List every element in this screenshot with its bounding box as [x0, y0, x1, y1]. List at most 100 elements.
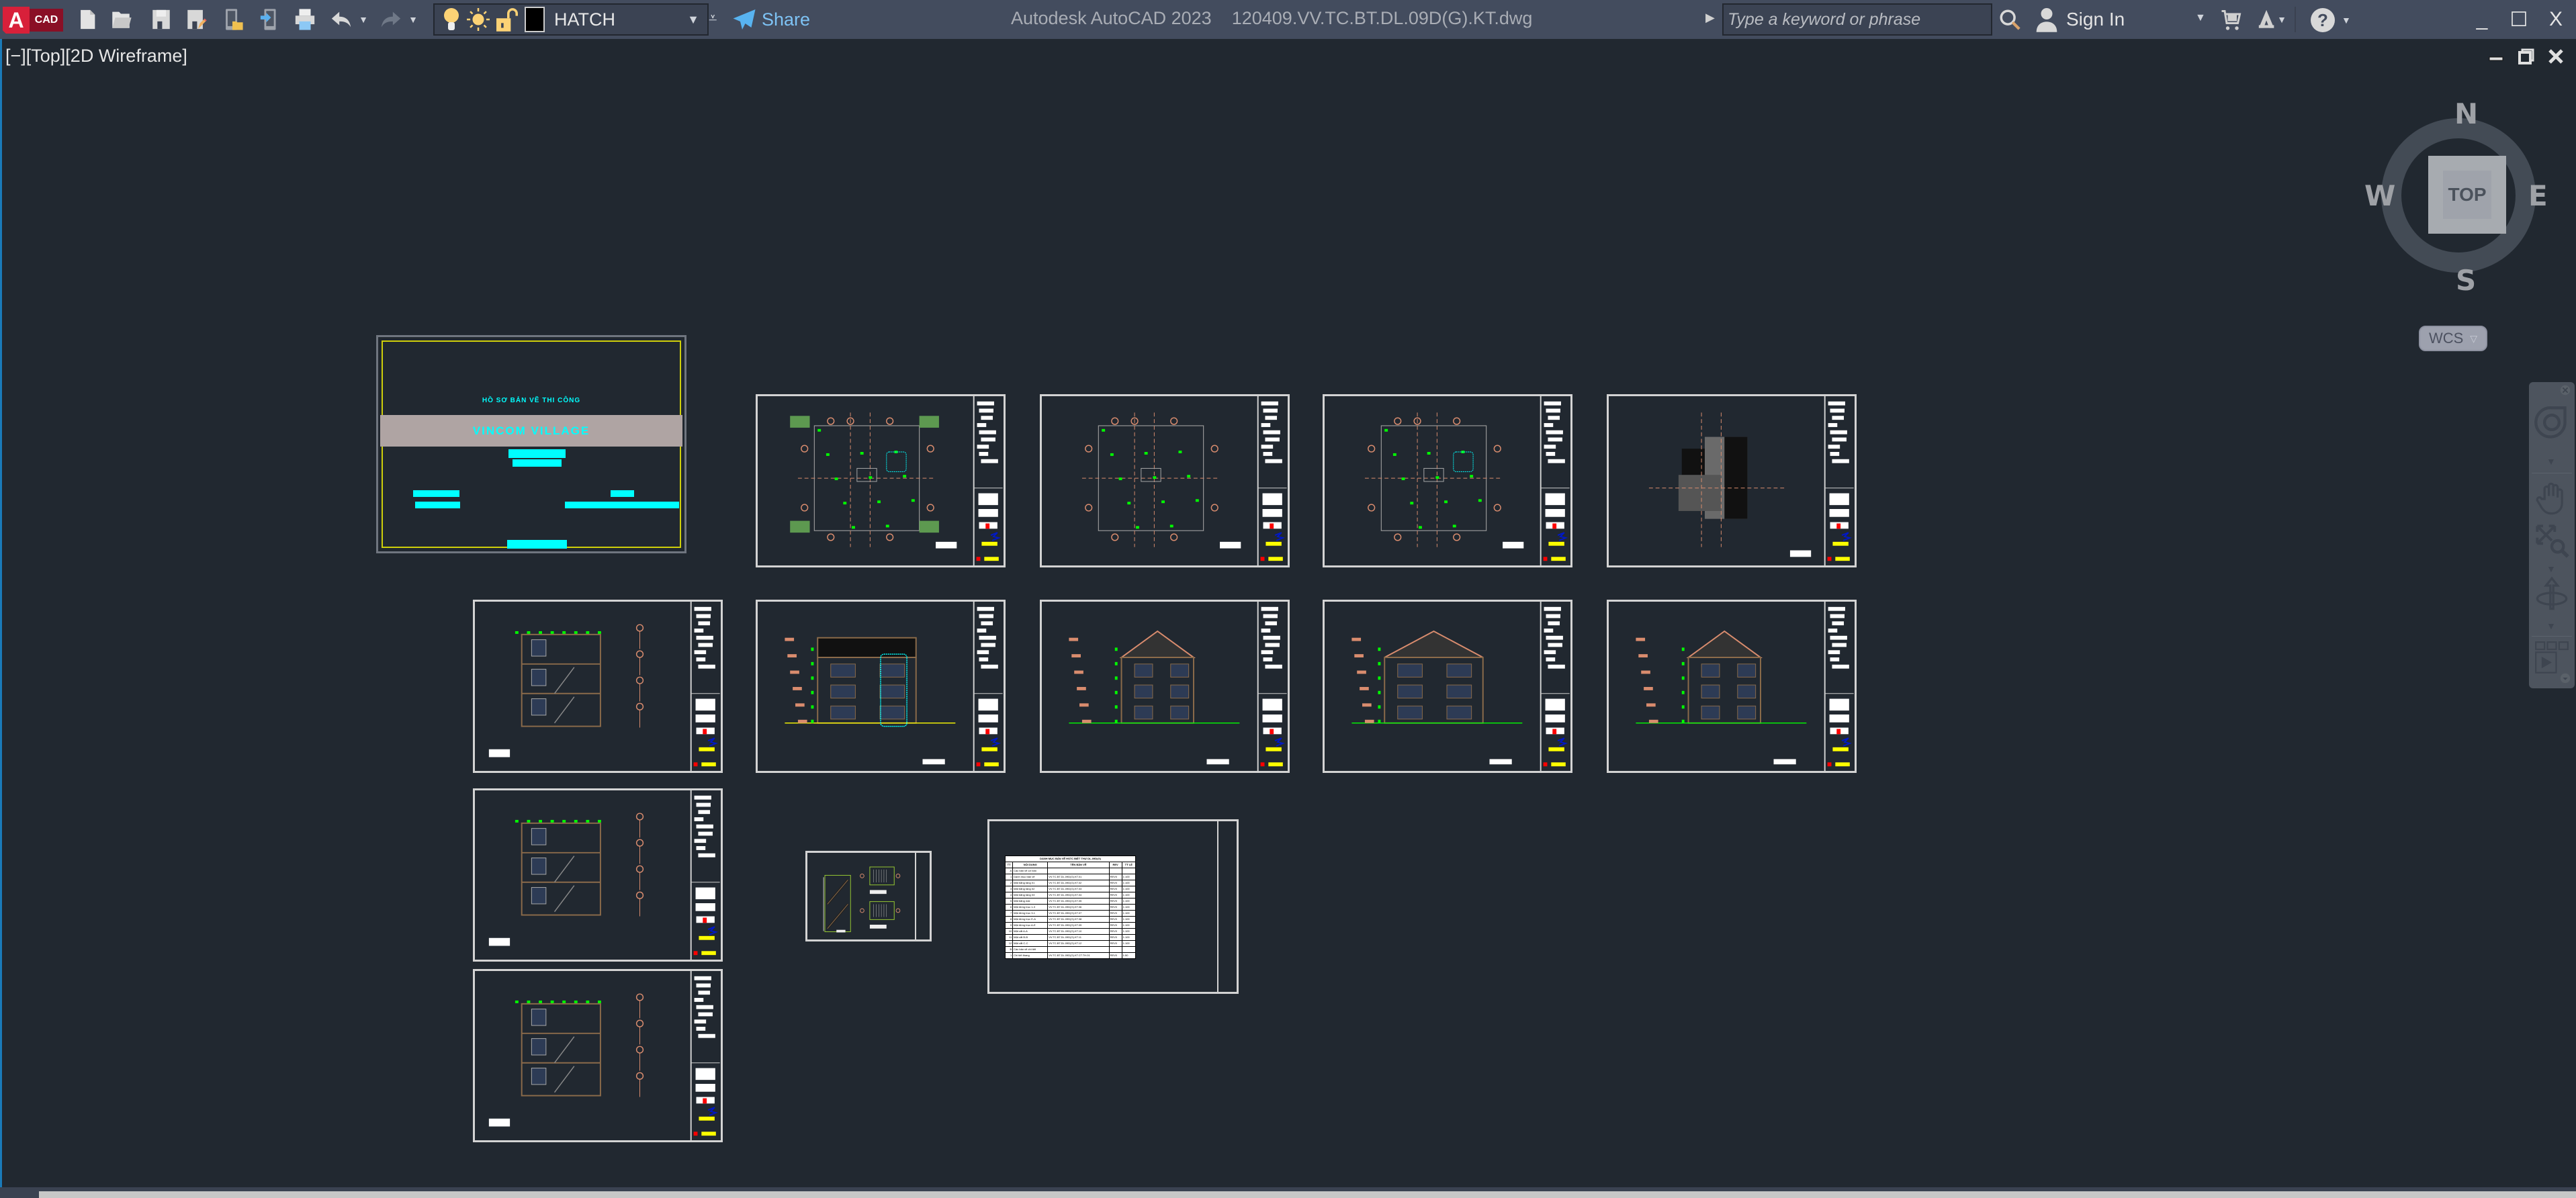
sheet-kt-05[interactable] — [1607, 394, 1857, 567]
open-button[interactable] — [107, 7, 134, 32]
cover-text-block — [513, 459, 562, 467]
window-close-button[interactable]: X — [2539, 3, 2573, 36]
table-cell: 11 — [1004, 934, 1014, 941]
sheet-drawing-index[interactable]: DANH MỤC BẢN VẼ HSTC BIỆT THỰ DL-09D(G) … — [987, 819, 1239, 994]
table-cell: Danh mục bản vẽ — [1012, 874, 1049, 880]
sheet-kt-07[interactable] — [1040, 600, 1290, 773]
undo-dropdown[interactable]: ▼ — [356, 7, 371, 32]
viewport-restore-icon[interactable] — [2518, 48, 2535, 64]
minimize-icon: _ — [2476, 8, 2488, 30]
sign-in-button[interactable]: Sign In — [2035, 4, 2125, 35]
autodesk-a360-button[interactable]: ▼ — [2257, 7, 2286, 32]
sheet-stair-detail[interactable] — [805, 851, 932, 941]
title-block — [915, 853, 930, 939]
table-row: 8 Mặt đứng trục E-A VV.TC.BT.DL.09D(G).KT.… — [1004, 916, 1137, 923]
elevation-drawing — [1351, 602, 1570, 771]
open-icon — [112, 11, 132, 28]
table-cell: Mặt cắt A-A — [1012, 928, 1049, 935]
table-cell: VV.TC.BT.DL.09D(G).KT.02 — [1047, 880, 1110, 886]
table-cell: REV0 — [1108, 904, 1122, 911]
pan-button[interactable] — [2533, 481, 2571, 516]
share-label: Share — [762, 9, 811, 30]
table-header-cell: NỘI DUNG — [1012, 862, 1049, 868]
sheet-kt-03[interactable] — [1040, 394, 1290, 567]
layer-on-bulb-icon[interactable] — [443, 7, 460, 32]
table-header-cell: TT — [1004, 862, 1014, 868]
viewport-minimize-icon[interactable] — [2487, 48, 2505, 64]
window-maximize-button[interactable]: ☐ — [2502, 3, 2536, 36]
showmotion-button[interactable] — [2533, 641, 2571, 676]
table-header-cell: REV — [1108, 862, 1122, 868]
table-cell: 6 — [1004, 904, 1014, 911]
sheet-kt-11[interactable] — [473, 788, 723, 962]
table-cell: REV0 — [1108, 922, 1122, 929]
layer-dropdown[interactable]: HATCH ▼ — [433, 3, 709, 36]
table-cell: REV0 — [1108, 910, 1122, 917]
search-input[interactable] — [1728, 9, 1991, 30]
sign-in-dropdown[interactable]: ▼ — [2195, 12, 2206, 24]
cover-project-band: VINCOM VILLAGE — [380, 415, 682, 447]
help-icon: ? — [2311, 8, 2335, 32]
search-icon[interactable] — [1998, 8, 2021, 31]
compass-north[interactable]: N — [2454, 97, 2478, 130]
table-cell: Các bản vẽ chi tiết — [1012, 946, 1049, 953]
table-row: 3 Mặt bằng tầng 02 VV.TC.BT.DL.09D(G).KT.0… — [1004, 886, 1137, 892]
autodesk-app-store-cart-icon[interactable] — [2220, 8, 2241, 32]
customize-qat-button[interactable]: ⩡ — [709, 9, 717, 27]
table-header-cell: TÊN BẢN VẼ — [1047, 862, 1110, 868]
title-block — [690, 790, 720, 960]
layer-thaw-sun-icon[interactable] — [467, 7, 490, 32]
divider — [2532, 636, 2572, 637]
help-button[interactable]: ? ▼ — [2311, 7, 2351, 34]
compass-west[interactable]: W — [2364, 179, 2395, 212]
share-button[interactable]: Share — [732, 5, 810, 34]
navbar-menu-button[interactable] — [2559, 672, 2572, 684]
orbit-button[interactable] — [2533, 577, 2571, 612]
cover-sheet[interactable]: HỒ SƠ BẢN VẼ THI CÔNG VINCOM VILLAGE — [376, 335, 686, 553]
table-cell: 1:50 — [1121, 952, 1137, 959]
table-cell: 1:100 — [1121, 886, 1137, 892]
table-row: B Các bản vẽ chi tiết — [1004, 946, 1137, 953]
sheet-kt-12[interactable] — [473, 969, 723, 1142]
ucs-menu[interactable]: WCS ▽ — [2419, 326, 2487, 351]
steering-wheel-icon — [2534, 406, 2567, 439]
redo-dropdown[interactable]: ▼ — [406, 7, 420, 32]
scrollbar-thumb[interactable] — [39, 1191, 2576, 1198]
viewport-controls-label[interactable]: [−][Top][2D Wireframe] — [5, 46, 187, 66]
save-to-mobile-button[interactable] — [257, 7, 283, 32]
navbar-close-button[interactable] — [2559, 384, 2572, 396]
sheet-kt-06[interactable] — [756, 600, 1006, 773]
table-cell: REV0 — [1108, 928, 1122, 935]
save-button[interactable] — [148, 7, 175, 32]
save-as-button[interactable] — [183, 7, 210, 32]
steering-wheel-button[interactable] — [2533, 405, 2571, 440]
application-menu-button[interactable]: A CAD — [3, 7, 63, 34]
layer-unlock-icon[interactable] — [496, 7, 518, 32]
compass-south[interactable]: S — [2456, 264, 2476, 297]
viewcube-top-face[interactable]: TOP — [2428, 156, 2506, 234]
sheet-kt-08[interactable] — [1323, 600, 1572, 773]
app-logo-letter: A — [3, 7, 30, 34]
layer-color-swatch — [525, 7, 545, 32]
sheet-kt-02[interactable] — [756, 394, 1006, 567]
search-expand-arrow[interactable]: ▶ — [1705, 11, 1715, 25]
plot-button[interactable] — [292, 7, 318, 32]
redo-button[interactable] — [377, 7, 404, 32]
sheet-kt-10[interactable] — [473, 600, 723, 773]
sheet-kt-04[interactable] — [1323, 394, 1572, 567]
chevron-down-icon[interactable]: ▼ — [2546, 563, 2556, 574]
table-cell: Mặt đứng trục 3-1 — [1012, 910, 1049, 917]
chevron-down-icon[interactable]: ▼ — [2546, 620, 2556, 631]
open-from-mobile-button[interactable] — [219, 7, 246, 32]
horizontal-scrollbar[interactable] — [0, 1187, 2576, 1198]
undo-button[interactable] — [328, 7, 355, 32]
sheet-kt-09[interactable] — [1607, 600, 1857, 773]
new-button[interactable] — [74, 7, 101, 32]
zoom-extents-button[interactable] — [2533, 523, 2571, 558]
window-minimize-button[interactable]: _ — [2465, 3, 2499, 36]
viewport-close-icon[interactable] — [2547, 48, 2565, 64]
table-cell: 1:100 — [1121, 928, 1137, 935]
viewcube[interactable]: TOP N S E W — [2358, 97, 2548, 297]
chevron-down-icon[interactable]: ▼ — [2546, 456, 2556, 467]
compass-east[interactable]: E — [2528, 179, 2548, 212]
